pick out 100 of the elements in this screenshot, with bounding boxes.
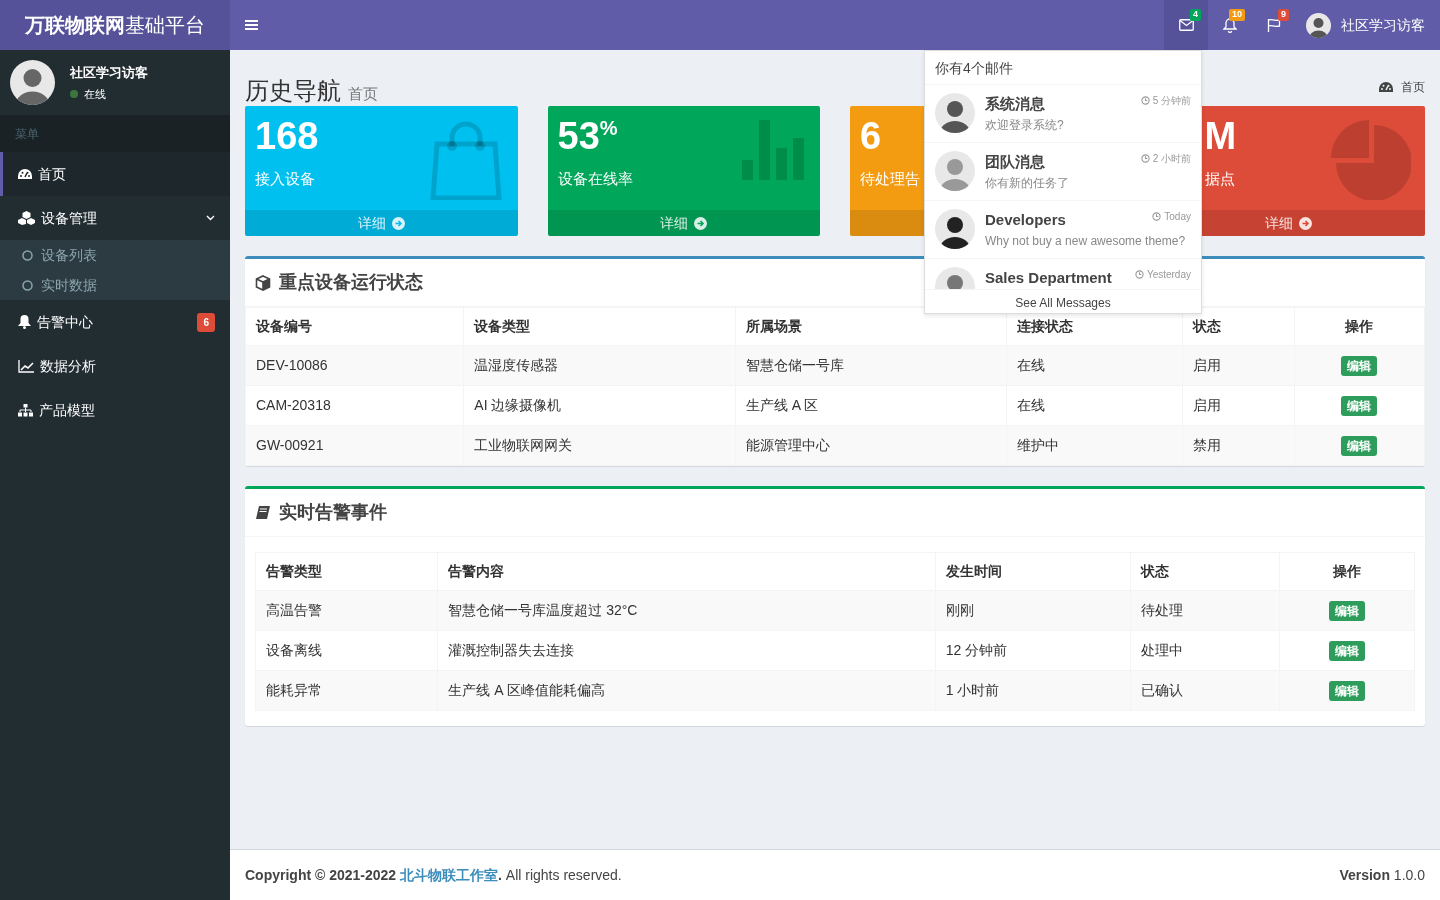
avatar (935, 93, 975, 133)
message-time: Today (1164, 210, 1191, 224)
stat-label: 接入设备 (255, 168, 315, 189)
column-header: 操作 (1279, 552, 1415, 591)
brand-logo[interactable]: 万联物联网基础平台 (0, 0, 230, 50)
avatar (935, 151, 975, 191)
table-cell: 智慧仓储一号库 (735, 345, 1007, 386)
version-text: Version 1.0.0 (1339, 865, 1425, 885)
table-cell: GW-00921 (245, 425, 464, 466)
edit-button[interactable]: 编辑 (1329, 601, 1365, 621)
box-title: 实时告警事件 (279, 501, 387, 524)
table-cell: 待处理 (1130, 590, 1280, 631)
table-cell: 已确认 (1130, 670, 1280, 711)
table-cell: 禁用 (1182, 425, 1295, 466)
bar-chart-icon (742, 120, 806, 180)
stat-value: 168 (255, 116, 319, 158)
submenu-item[interactable]: 实时数据 (0, 270, 230, 300)
table-cell: 刚刚 (935, 590, 1131, 631)
message-time: Yesterday (1146, 268, 1191, 282)
user-menu[interactable]: 社区学习访客 (1296, 0, 1440, 50)
more-info-link[interactable]: 详细 (547, 210, 820, 236)
user-name: 社区学习访客 (70, 63, 148, 82)
status-text: 在线 (84, 87, 106, 102)
chevron-icon (206, 215, 215, 221)
edit-button[interactable]: 编辑 (1329, 641, 1365, 661)
arrow-circle-icon (1299, 216, 1313, 230)
sender-name: Developers (985, 210, 1066, 230)
breadcrumb-link[interactable]: 首页 (1379, 78, 1425, 96)
line-chart-icon (18, 359, 34, 373)
clock-icon (1140, 96, 1150, 105)
table-cell: 启用 (1182, 345, 1295, 386)
count-badge: 9 (1278, 9, 1289, 21)
submenu-item[interactable]: 设备列表 (0, 240, 230, 270)
message-item[interactable]: Sales Department Yesterday (925, 259, 1201, 289)
bell-icon (18, 315, 31, 329)
cubes-icon (18, 211, 35, 225)
edit-button[interactable]: 编辑 (1341, 396, 1378, 416)
table-cell: 12 分钟前 (935, 630, 1131, 671)
stat-label: 待处理告 (860, 168, 920, 189)
table-cell: 生产线 A 区峰值能耗偏高 (437, 670, 936, 711)
column-header: 操作 (1294, 307, 1425, 346)
book-icon (255, 505, 271, 520)
table-cell: 工业物联网网关 (463, 425, 736, 466)
column-header: 发生时间 (935, 552, 1131, 591)
edit-button[interactable]: 编辑 (1329, 681, 1365, 701)
arrow-circle-icon (694, 216, 708, 230)
column-header: 设备类型 (463, 307, 736, 346)
table-cell: 处理中 (1130, 630, 1280, 671)
dashboard-icon (18, 168, 32, 180)
column-header: 状态 (1130, 552, 1280, 591)
navbar-icon-button[interactable]: 9 (1252, 0, 1296, 50)
avatar (935, 209, 975, 249)
message-item[interactable]: Developers Today Why not buy a new awesome theme? (925, 201, 1201, 259)
table-cell: 能源管理中心 (735, 425, 1007, 466)
table-cell: CAM-20318 (245, 385, 464, 426)
pie-chart-icon (1331, 120, 1411, 200)
sidebar-item[interactable]: 首页 (0, 152, 230, 196)
avatar (10, 60, 55, 105)
table-cell: DEV-10086 (245, 345, 464, 386)
table-cell: 生产线 A 区 (735, 385, 1007, 426)
sender-name: 系统消息 (985, 94, 1045, 114)
stat-value: 6 (860, 116, 882, 158)
column-header: 告警类型 (255, 552, 438, 591)
clock-icon (1134, 270, 1144, 279)
message-preview: 你有新的任务了 (985, 174, 1070, 192)
message-item[interactable]: 系统消息 5 分钟前 欢迎登录系统? (925, 85, 1201, 143)
message-time: 2 小时前 (1152, 152, 1191, 166)
menu-icon (245, 19, 258, 31)
box-title: 重点设备运行状态 (279, 271, 423, 294)
table-cell: AI 边缘摄像机 (463, 385, 736, 426)
edit-button[interactable]: 编辑 (1341, 436, 1378, 456)
avatar (1306, 12, 1331, 38)
count-badge: 6 (197, 312, 215, 332)
bell-icon (1223, 17, 1237, 33)
stat-label: 设备在线率 (557, 168, 633, 189)
edit-button[interactable]: 编辑 (1341, 356, 1378, 376)
mail-icon (1178, 19, 1194, 31)
table-cell: 在线 (1006, 385, 1183, 426)
table-cell: 能耗异常 (255, 670, 438, 711)
count-badge: 4 (1190, 9, 1201, 21)
table-cell: 启用 (1182, 385, 1295, 426)
dashboard-icon (1379, 81, 1393, 93)
message-item[interactable]: 团队消息 2 小时前 你有新的任务了 (925, 143, 1201, 201)
see-all-link[interactable]: See All Messages (925, 289, 1201, 313)
shopping-bag-icon (427, 120, 504, 200)
table-cell: 在线 (1006, 345, 1183, 386)
cube-icon (255, 274, 271, 291)
clock-icon (1152, 212, 1162, 221)
status-dot (70, 90, 78, 99)
page-title: 历史导航 (245, 77, 341, 105)
menu-header: 菜单 (0, 115, 230, 152)
count-badge: 10 (1229, 9, 1245, 21)
table-cell: 温湿度传感器 (463, 345, 736, 386)
circle-icon (22, 279, 33, 291)
circle-icon (22, 249, 33, 261)
column-header: 告警内容 (437, 552, 936, 591)
more-info-link[interactable]: 详细 (245, 210, 518, 236)
sender-name: Sales Department (985, 268, 1112, 288)
sitemap-icon (18, 403, 33, 417)
navbar-icon-button[interactable]: 4 (1164, 0, 1208, 50)
